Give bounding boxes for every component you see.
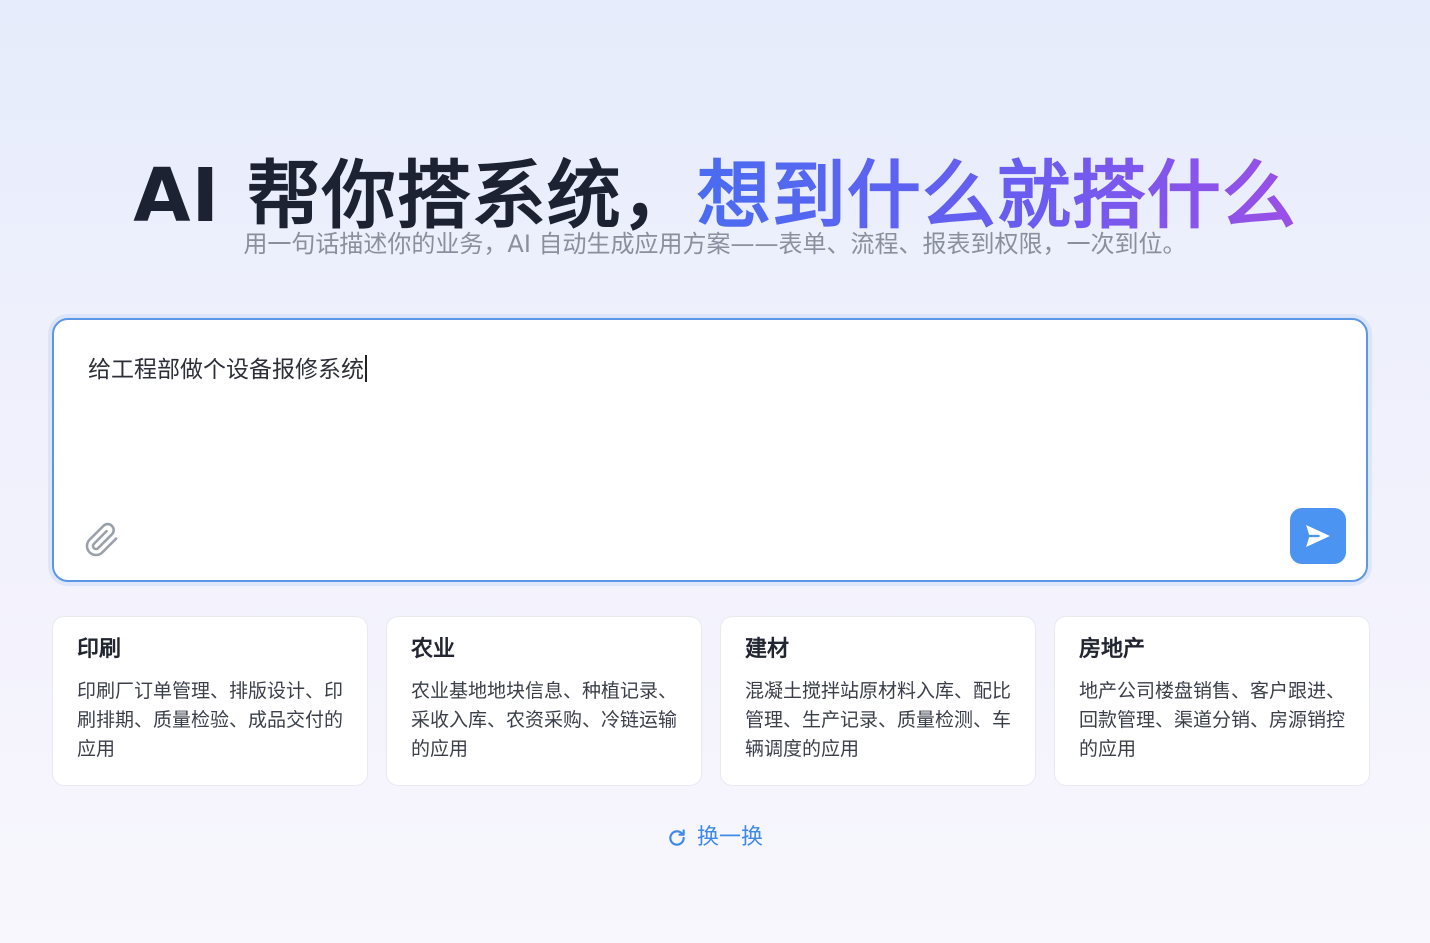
refresh-row: 换一换 xyxy=(0,823,1430,853)
paperclip-icon xyxy=(85,522,118,557)
card-description: 农业基地地块信息、种植记录、采收入库、农资采购、冷链运输的应用 xyxy=(411,680,678,760)
example-card-printing[interactable]: 印刷 印刷厂订单管理、排版设计、印刷排期、质量检验、成品交付的应用 xyxy=(52,616,368,786)
card-title: 农业 xyxy=(411,637,456,662)
prompt-input[interactable]: 给工程部做个设备报修系统 xyxy=(88,354,367,386)
attach-button[interactable] xyxy=(84,522,120,558)
card-description: 地产公司楼盘销售、客户跟进、回款管理、渠道分销、房源销控的应用 xyxy=(1079,680,1346,760)
example-card-building-materials[interactable]: 建材 混凝土搅拌站原材料入库、配比管理、生产记录、质量检测、车辆调度的应用 xyxy=(720,616,1036,786)
refresh-button[interactable]: 换一换 xyxy=(667,823,763,853)
send-button[interactable] xyxy=(1290,508,1346,564)
card-description: 混凝土搅拌站原材料入库、配比管理、生产记录、质量检测、车辆调度的应用 xyxy=(745,680,1012,760)
refresh-label: 换一换 xyxy=(696,825,763,850)
card-description: 印刷厂订单管理、排版设计、印刷排期、质量检验、成品交付的应用 xyxy=(77,680,344,760)
card-title: 房地产 xyxy=(1079,637,1146,662)
prompt-input-text: 给工程部做个设备报修系统 xyxy=(88,357,364,383)
example-card-real-estate[interactable]: 房地产 地产公司楼盘销售、客户跟进、回款管理、渠道分销、房源销控的应用 xyxy=(1054,616,1370,786)
send-icon xyxy=(1306,525,1330,547)
hero-title-main: AI 帮你搭系统， xyxy=(133,152,697,239)
hero-subtitle: 用一句话描述你的业务，AI 自动生成应用方案——表单、流程、报表到权限，一次到位… xyxy=(243,230,1187,258)
card-title: 印刷 xyxy=(77,637,122,662)
example-card-agriculture[interactable]: 农业 农业基地地块信息、种植记录、采收入库、农资采购、冷链运输的应用 xyxy=(386,616,702,786)
example-cards: 印刷 印刷厂订单管理、排版设计、印刷排期、质量检验、成品交付的应用 农业 农业基… xyxy=(52,616,1370,786)
refresh-icon xyxy=(669,829,685,846)
text-caret xyxy=(365,355,367,382)
hero-title-highlight: 想到什么就搭什么 xyxy=(696,152,1297,239)
prompt-box[interactable]: 给工程部做个设备报修系统 xyxy=(52,318,1368,582)
card-title: 建材 xyxy=(745,637,790,662)
